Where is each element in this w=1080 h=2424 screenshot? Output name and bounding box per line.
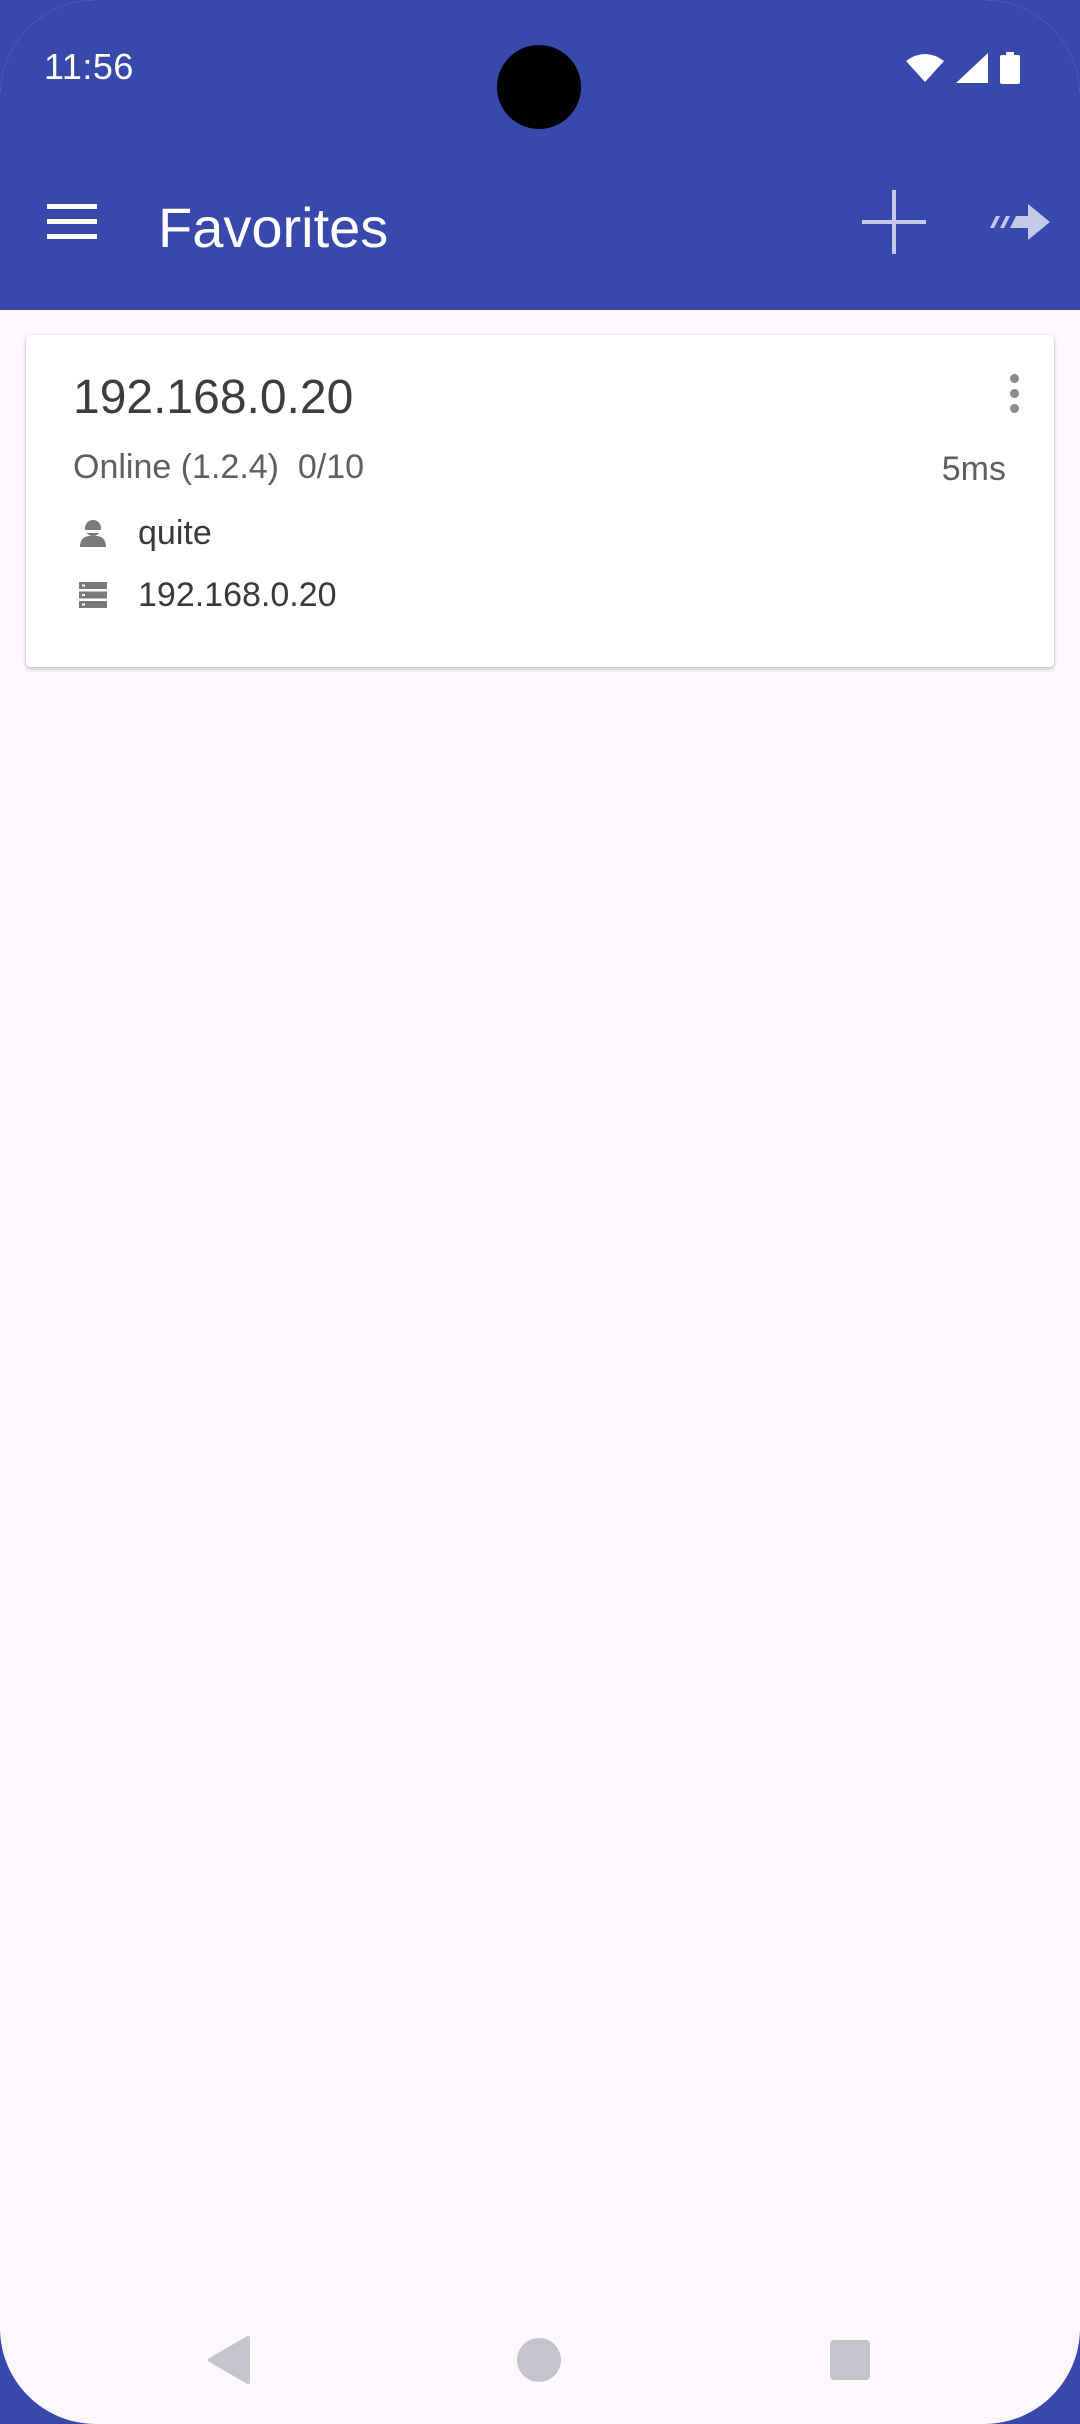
back-icon [202,2336,258,2392]
server-icon [78,579,108,611]
server-user-row: quite [78,513,212,553]
server-ping: 5ms [941,450,1006,488]
server-address-row: 192.168.0.20 [78,575,337,615]
menu-button[interactable] [28,180,116,268]
more-vert-icon-dot [1009,373,1019,383]
page-title: Favorites [158,196,389,259]
forward-icon [988,200,1052,249]
screen: 11:56 Favorites 192.168.0.20 Online (1.2… [0,0,1080,2424]
battery-icon [1000,52,1020,89]
more-vert-icon-dot [1009,403,1019,413]
nav-home-button[interactable] [517,2338,561,2382]
wifi-icon [906,53,944,88]
menu-icon [47,203,97,245]
camera-cutout [497,45,581,129]
server-user: quite [138,514,212,552]
status-time: 11:56 [44,46,134,87]
status-icons [906,52,1020,89]
cellular-signal-icon [956,53,988,88]
add-icon [862,189,926,259]
add-button[interactable] [850,180,938,268]
user-icon [78,517,108,549]
more-options-button[interactable] [992,363,1036,423]
server-name: 192.168.0.20 [73,371,354,424]
more-vert-icon-dot [1009,388,1019,398]
server-address: 192.168.0.20 [138,576,337,614]
nav-recents-button[interactable] [830,2340,870,2380]
connect-button[interactable] [972,180,1068,268]
nav-back-button[interactable] [202,2332,258,2388]
favorite-server-card[interactable]: 192.168.0.20 Online (1.2.4) 0/10 5ms qui… [26,335,1054,667]
server-status: Online (1.2.4) 0/10 [73,448,365,486]
